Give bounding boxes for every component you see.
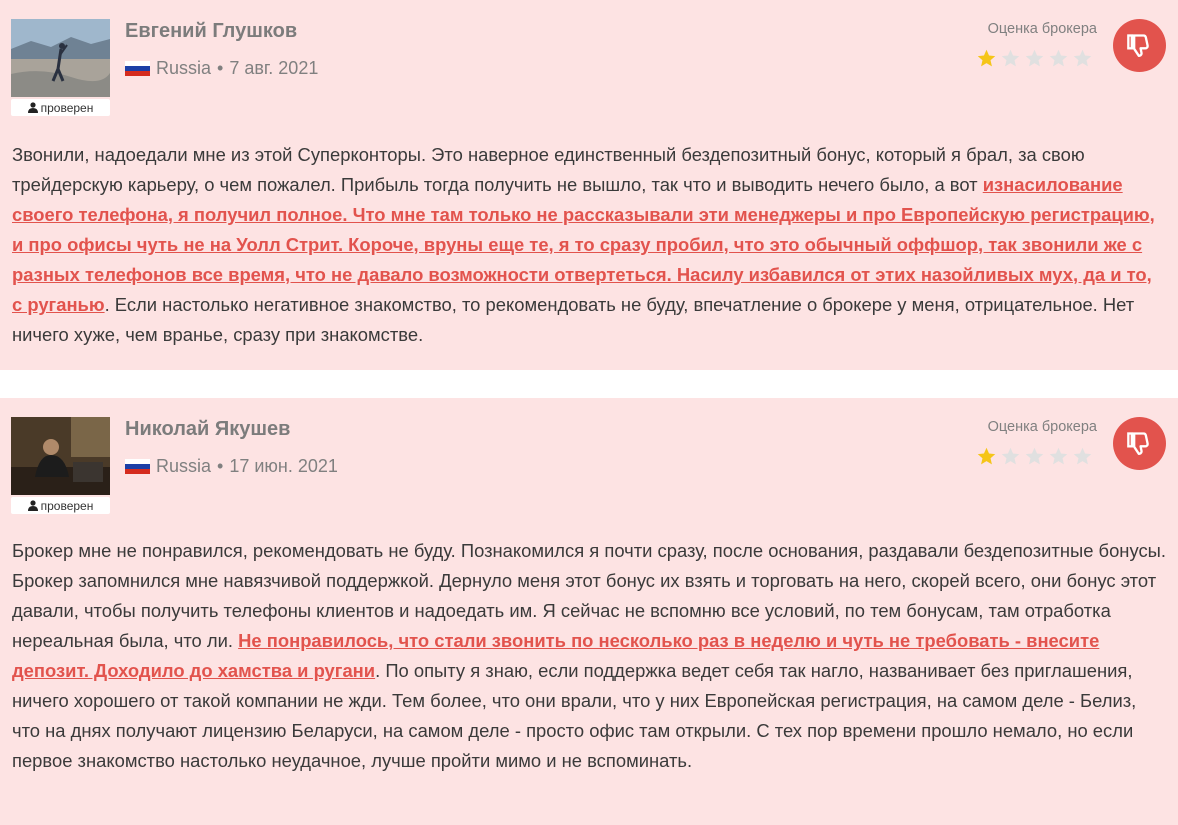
star-empty-icon (1049, 447, 1068, 465)
rating-stars (976, 446, 1093, 467)
avatar-block: проверен (11, 417, 110, 514)
rating-label: Оценка брокера (987, 419, 1097, 435)
meta-separator: • (217, 58, 224, 78)
user-icon (27, 102, 38, 113)
review-meta: Russia • 7 авг. 2021 (125, 58, 318, 79)
review-card: проверен Евгений Глушков Russia • 7 авг.… (0, 0, 1178, 370)
review-date: 17 июн. 2021 (229, 456, 338, 476)
review-text-part: Звонили, надоедали мне из этой Суперконт… (12, 144, 1085, 195)
thumbs-down-button[interactable] (1113, 417, 1166, 470)
star-empty-icon (1073, 49, 1092, 67)
verified-badge: проверен (11, 99, 110, 116)
avatar-block: проверен (11, 19, 110, 116)
rating-stars (976, 48, 1093, 69)
star-empty-icon (1049, 49, 1068, 67)
star-empty-icon (1073, 447, 1092, 465)
rating-label: Оценка брокера (987, 21, 1097, 37)
star-empty-icon (1001, 49, 1020, 67)
star-empty-icon (1025, 447, 1044, 465)
star-filled-icon (977, 49, 996, 67)
review-text: Брокер мне не понравился, рекомендовать … (12, 536, 1167, 776)
russia-flag-icon (125, 459, 150, 474)
review-text: Звонили, надоедали мне из этой Суперконт… (12, 140, 1167, 350)
review-text-part: . Если настолько негативное знакомство, … (12, 294, 1135, 345)
author-name[interactable]: Николай Якушев (125, 418, 290, 441)
russia-flag-icon (125, 61, 150, 76)
review-meta: Russia • 17 июн. 2021 (125, 456, 338, 477)
thumbs-down-icon (1126, 33, 1149, 57)
star-filled-icon (977, 447, 996, 465)
review-card: проверен Николай Якушев Russia • 17 июн.… (0, 398, 1178, 825)
verified-label: проверен (40, 100, 94, 115)
review-date: 7 авг. 2021 (229, 58, 319, 78)
country: Russia (156, 58, 212, 78)
star-empty-icon (1025, 49, 1044, 67)
meta-separator: • (217, 456, 224, 476)
thumbs-down-button[interactable] (1113, 19, 1166, 72)
country: Russia (156, 456, 212, 476)
author-name[interactable]: Евгений Глушков (125, 20, 297, 43)
avatar[interactable] (11, 417, 110, 495)
avatar[interactable] (11, 19, 110, 97)
verified-badge: проверен (11, 497, 110, 514)
star-empty-icon (1001, 447, 1020, 465)
verified-label: проверен (40, 498, 94, 513)
user-icon (27, 500, 38, 511)
thumbs-down-icon (1126, 431, 1149, 455)
